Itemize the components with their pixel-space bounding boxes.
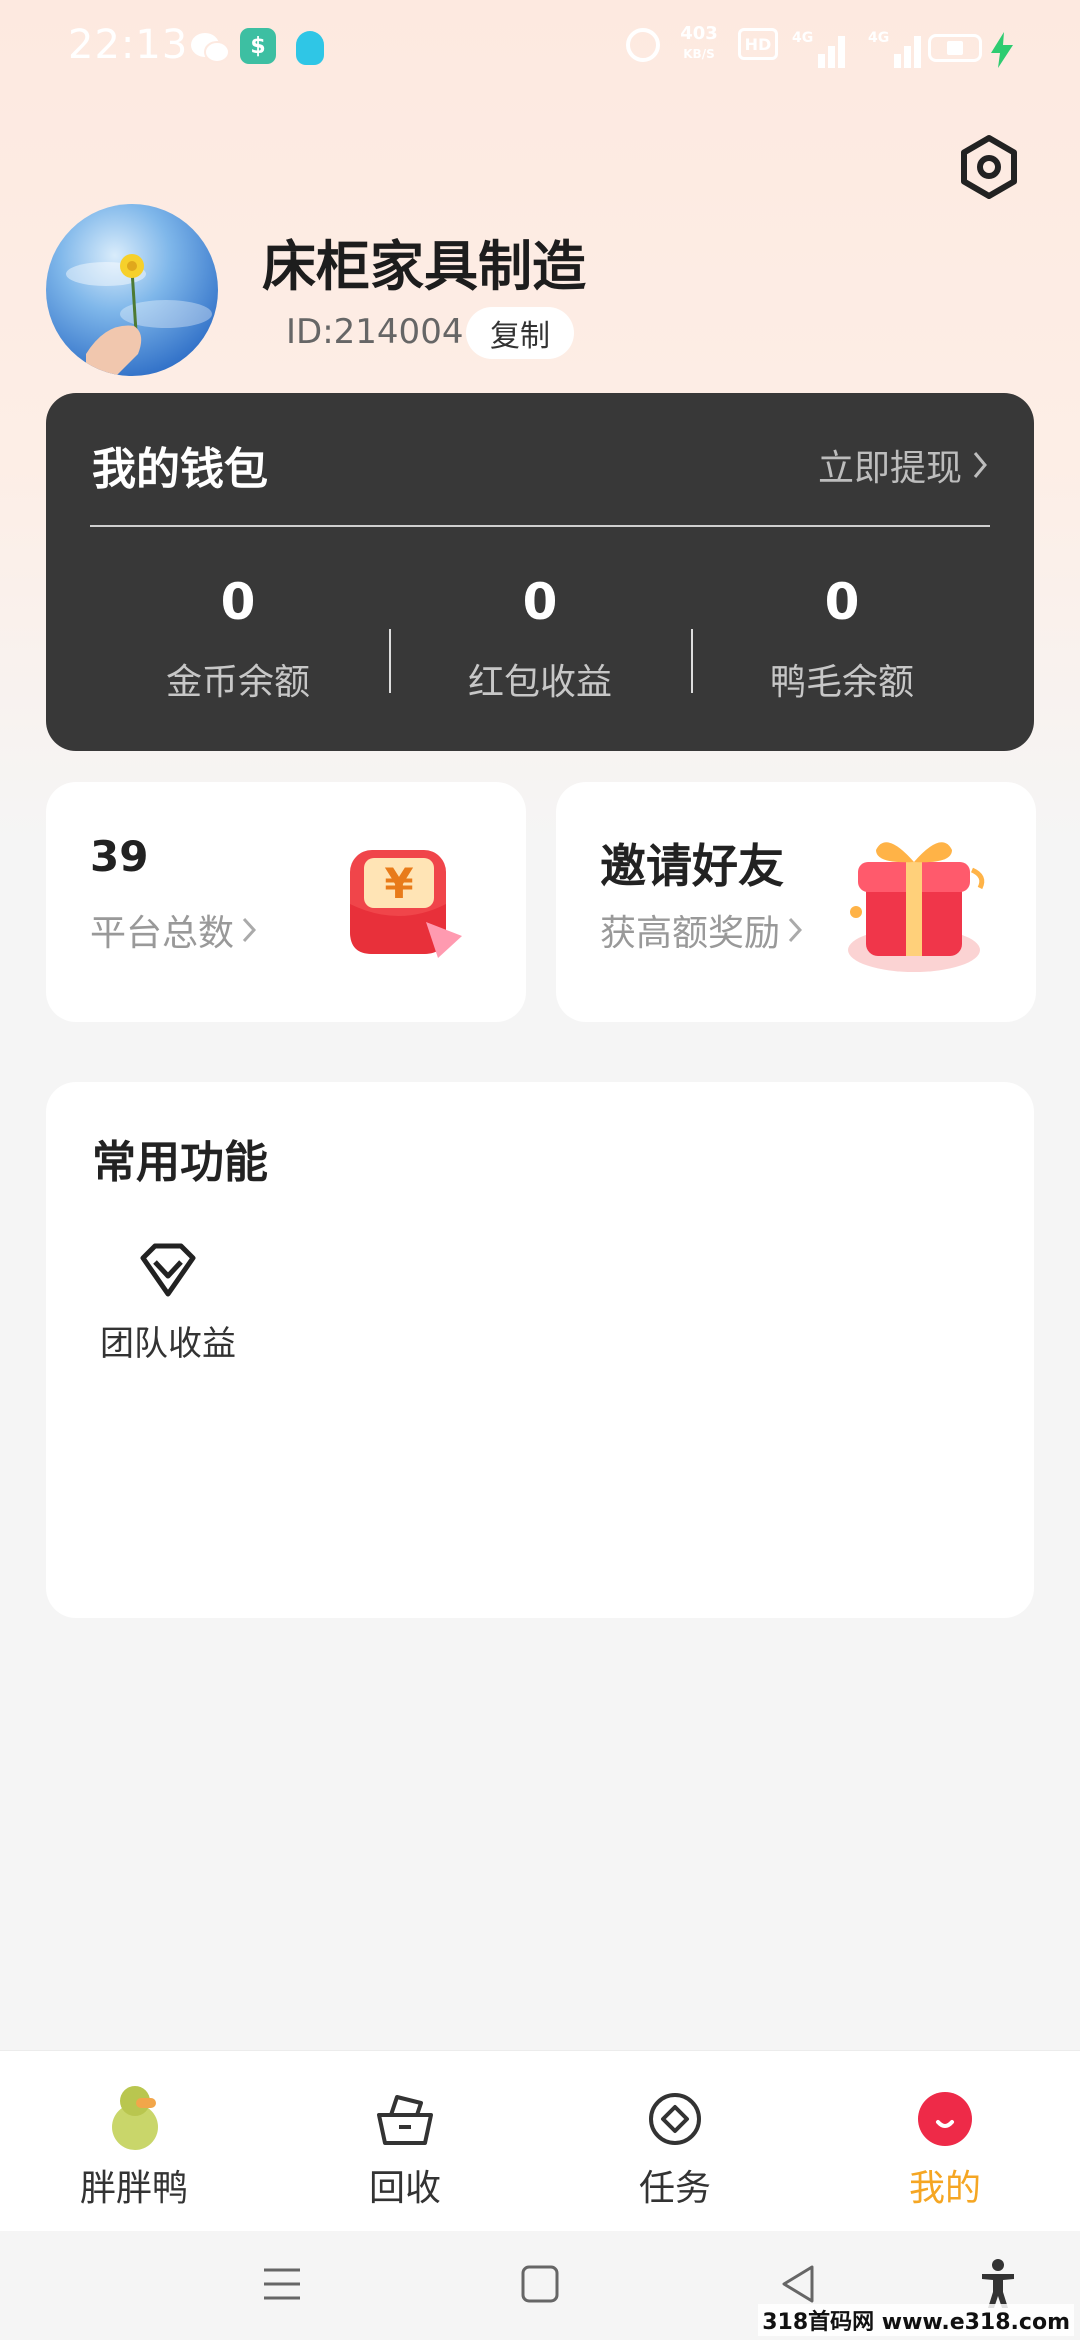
duck-icon (106, 2086, 162, 2152)
avatar[interactable] (46, 204, 218, 376)
square-icon (521, 2265, 559, 2303)
platform-total-card[interactable]: 39 平台总数 ¥ (46, 782, 526, 1022)
mine-icon (918, 2092, 972, 2146)
common-functions-title: 常用功能 (92, 1137, 268, 1188)
wallet-divider (90, 525, 990, 527)
settings-button[interactable] (956, 134, 1022, 200)
system-menu-button[interactable] (252, 2254, 312, 2314)
network-speed-unit: KB/S (683, 47, 715, 61)
team-earnings-label: 团队收益 (100, 1324, 236, 1364)
nav-tab-home[interactable]: 胖胖鸭 (34, 2081, 234, 2211)
svg-text:¥: ¥ (384, 859, 413, 908)
red-packet-icon: ¥ (344, 844, 466, 962)
status-bar: 22:13 $ 403 KB/S HD 4G 4G (0, 0, 1080, 96)
invite-link: 获高额奖励 (600, 904, 803, 956)
bottom-navigation: 胖胖鸭 回收 任务 我的 (0, 2050, 1080, 2231)
signal-icon: 4G (792, 30, 846, 68)
money-app-icon: $ (240, 28, 276, 64)
status-time: 22:13 (68, 22, 189, 68)
wallet-title: 我的钱包 (92, 444, 268, 495)
network-speed: 403 KB/S (676, 24, 722, 64)
back-triangle-icon (782, 2265, 814, 2303)
network-speed-value: 403 (680, 23, 718, 44)
invite-subtitle: 获高额奖励 (600, 913, 781, 954)
nav-label: 我的 (908, 2168, 981, 2209)
signal-label: 4G (868, 30, 890, 46)
battery-icon (928, 34, 982, 62)
nav-label: 任务 (638, 2168, 711, 2209)
username: 床柜家具制造 (262, 235, 586, 298)
invite-title: 邀请好友 (600, 839, 784, 893)
platform-total-value: 39 (90, 832, 149, 881)
nav-tab-mine[interactable]: 我的 (845, 2081, 1045, 2211)
nav-tab-task[interactable]: 任务 (575, 2081, 775, 2211)
diamond-icon (140, 1243, 196, 1297)
team-earnings-item[interactable]: 团队收益 (94, 1242, 242, 1365)
chevron-right-icon (788, 917, 803, 943)
platform-total-label: 平台总数 (90, 913, 235, 954)
nav-label: 回收 (368, 2168, 441, 2209)
stat-label: 鸭毛余额 (769, 662, 914, 703)
invite-friends-card[interactable]: 邀请好友 获高额奖励 (556, 782, 1036, 1022)
withdraw-link[interactable]: 立即提现 (818, 439, 988, 491)
hd-icon: HD (738, 28, 778, 60)
basket-icon (377, 2095, 433, 2145)
stat-feather-balance[interactable]: 0 鸭毛余额 (692, 573, 992, 705)
stat-redpacket-income[interactable]: 0 红包收益 (390, 573, 690, 705)
charging-icon (990, 30, 1014, 70)
chevron-right-icon (242, 917, 257, 943)
nav-tab-recycle[interactable]: 回收 (305, 2081, 505, 2211)
copy-id-button[interactable]: 复制 (466, 307, 574, 359)
stat-value: 0 (220, 573, 256, 631)
nav-label: 胖胖鸭 (79, 2168, 188, 2209)
common-functions-panel: 常用功能 团队收益 (46, 1082, 1034, 1618)
stat-coin-balance[interactable]: 0 金币余额 (88, 573, 388, 705)
chevron-right-icon (973, 452, 987, 478)
withdraw-label: 立即提现 (817, 448, 962, 489)
stat-label: 红包收益 (467, 662, 612, 703)
hexagon-settings-icon (961, 135, 1017, 199)
wallet-card: 我的钱包 立即提现 0 金币余额 0 红包收益 0 鸭毛余额 (46, 393, 1034, 751)
stat-value: 0 (522, 573, 558, 631)
user-id: ID:214004 (286, 312, 464, 352)
signal-label: 4G (792, 30, 814, 46)
alarm-icon (626, 28, 660, 62)
stat-label: 金币余额 (165, 662, 310, 703)
task-icon (649, 2093, 701, 2145)
platform-total-link: 平台总数 (90, 904, 257, 956)
qq-icon (292, 28, 328, 68)
system-home-button[interactable] (510, 2254, 570, 2314)
menu-icon (264, 2268, 300, 2300)
gift-icon (836, 826, 996, 976)
wechat-icon (190, 28, 230, 68)
stat-value: 0 (824, 573, 860, 631)
signal-icon: 4G (868, 30, 922, 68)
accessibility-icon (982, 2259, 1014, 2308)
watermark: 318首码网 www.e318.com (758, 2304, 1074, 2336)
